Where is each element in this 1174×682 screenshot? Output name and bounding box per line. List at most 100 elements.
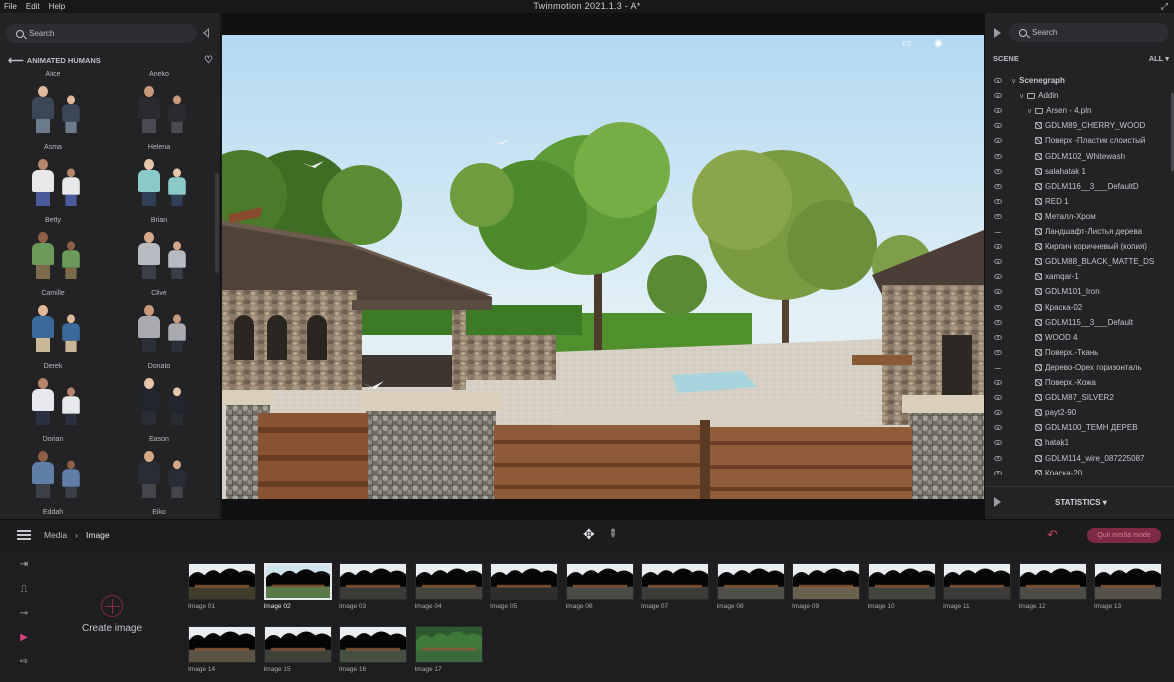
export-icon[interactable]: ⇨ xyxy=(14,656,34,670)
image-card[interactable]: Image 09 xyxy=(792,563,860,610)
scene-tree-material[interactable]: payt2-90 xyxy=(985,405,1167,420)
image-card[interactable]: Image 12 xyxy=(1018,563,1087,610)
visibility-eye-icon[interactable] xyxy=(994,334,1002,340)
path-icon[interactable]: ⎍ xyxy=(14,584,34,598)
scene-search-input[interactable]: Search xyxy=(1009,23,1169,42)
human-asset[interactable]: Eddah xyxy=(0,509,106,519)
human-asset[interactable]: Eason xyxy=(106,436,212,498)
hidden-eye-icon[interactable] xyxy=(994,366,1002,369)
scene-render[interactable] xyxy=(222,35,984,499)
scene-tree-material[interactable]: hatak1 xyxy=(985,435,1167,450)
hamburger-menu-icon[interactable] xyxy=(17,530,31,542)
scene-filter-dropdown[interactable]: ALL ▾ xyxy=(1149,54,1169,63)
scene-tree-material[interactable]: Кирпич коричневый (копия) xyxy=(985,239,1167,254)
statistics-section[interactable]: STATISTICS ▾ xyxy=(985,486,1174,519)
human-asset[interactable]: Eiko xyxy=(106,509,212,519)
library-search-input[interactable]: Search xyxy=(6,24,197,43)
image-card[interactable]: Image 08 xyxy=(716,563,785,610)
visibility-eye-icon[interactable] xyxy=(994,213,1002,219)
visibility-eye-icon[interactable] xyxy=(994,425,1002,431)
visibility-eye-icon[interactable] xyxy=(994,455,1002,461)
visibility-eye-icon[interactable] xyxy=(994,259,1002,265)
visibility-eye-icon[interactable] xyxy=(994,470,1002,475)
image-card[interactable]: Image 07 xyxy=(641,563,709,610)
visibility-eye-icon[interactable] xyxy=(994,138,1002,144)
visibility-eye-icon[interactable] xyxy=(994,93,1002,99)
human-asset[interactable]: Dorian xyxy=(0,436,106,498)
visibility-eye-icon[interactable] xyxy=(994,274,1002,280)
scene-tree-material[interactable]: GDLM114_wire_087225087 xyxy=(985,451,1167,466)
expand-statistics-icon[interactable] xyxy=(994,497,1001,507)
scene-tree-material[interactable]: GDLM100_ТЕМН ДЕРЕВ xyxy=(985,420,1167,435)
image-card[interactable]: Image 01 xyxy=(188,563,256,610)
scene-tree-material[interactable]: xamqar-1 xyxy=(985,269,1167,284)
image-card[interactable]: Image 11 xyxy=(943,563,1011,610)
scene-tree-material[interactable]: GDLM115__3___Default xyxy=(985,315,1167,330)
visibility-eye-icon[interactable]: ◉ xyxy=(934,38,943,49)
human-asset[interactable]: Aneko xyxy=(106,71,212,133)
scene-tree-material[interactable]: Металл-Хром xyxy=(985,209,1167,224)
human-asset[interactable]: Derek xyxy=(0,363,106,425)
visibility-eye-icon[interactable] xyxy=(994,168,1002,174)
human-asset[interactable]: Alice xyxy=(0,71,106,133)
visibility-eye-icon[interactable] xyxy=(994,395,1002,401)
scene-tree-folder[interactable]: ∨ Arsen - 4.pln xyxy=(985,103,1167,118)
scene-tree-material[interactable]: Поверх.-Ткань xyxy=(985,345,1167,360)
scene-tree-material[interactable]: Краска-20 xyxy=(985,466,1167,475)
chevron-down-icon[interactable]: ∨ xyxy=(1027,107,1032,115)
visibility-eye-icon[interactable] xyxy=(994,244,1002,250)
visibility-eye-icon[interactable] xyxy=(994,319,1002,325)
scene-tree-material[interactable]: GDLM89_CHERRY_WOOD xyxy=(985,118,1167,133)
scene-tree-material[interactable]: GDLM116__3___DefaultD xyxy=(985,179,1167,194)
eyedropper-icon[interactable]: ✎ xyxy=(605,526,621,541)
image-card[interactable]: Image 17 xyxy=(414,626,483,673)
move-tool-icon[interactable]: ✥ xyxy=(583,526,595,543)
quit-media-mode-button[interactable]: Quit media mode xyxy=(1087,528,1161,543)
import-icon[interactable]: ⇥ xyxy=(14,559,34,573)
favorite-heart-icon[interactable]: ♡ xyxy=(204,55,213,66)
visibility-eye-icon[interactable] xyxy=(994,380,1002,385)
slider-icon[interactable]: ⊸ xyxy=(14,608,34,622)
human-asset[interactable]: Helena xyxy=(106,144,212,206)
3d-viewport[interactable]: ▭ ◉ xyxy=(222,13,984,519)
image-card[interactable]: Image 15 xyxy=(263,626,332,673)
image-card[interactable]: Image 05 xyxy=(490,563,558,610)
image-card[interactable]: Image 16 xyxy=(339,626,407,673)
image-card[interactable]: Image 02 xyxy=(263,563,332,610)
image-card[interactable]: Image 06 xyxy=(565,563,634,610)
expand-panel-icon[interactable] xyxy=(994,28,1001,38)
scene-tree-folder[interactable]: ∨ Addin xyxy=(985,88,1167,103)
chevron-down-icon[interactable]: ∨ xyxy=(1011,77,1016,85)
image-card[interactable]: Image 14 xyxy=(188,626,256,673)
visibility-eye-icon[interactable] xyxy=(994,108,1002,114)
human-asset[interactable]: Camille xyxy=(0,290,106,352)
human-asset[interactable]: Clive xyxy=(106,290,212,352)
breadcrumb-media[interactable]: Media xyxy=(44,530,67,540)
hidden-eye-icon[interactable] xyxy=(994,230,1002,233)
statistics-toggle[interactable]: STATISTICS ▾ xyxy=(1055,498,1107,507)
human-asset[interactable]: Donato xyxy=(106,363,212,425)
visibility-eye-icon[interactable] xyxy=(994,183,1002,189)
scene-tree-material[interactable]: RED 1 xyxy=(985,194,1167,209)
scene-tree-material[interactable]: salahatak 1 xyxy=(985,164,1167,179)
scene-tree-material[interactable]: Краска-02 xyxy=(985,300,1167,315)
visibility-eye-icon[interactable] xyxy=(994,153,1002,159)
visibility-eye-icon[interactable] xyxy=(994,304,1002,310)
library-scrollbar[interactable] xyxy=(215,173,219,273)
scene-tree-material[interactable]: GDLM87_SILVER2 xyxy=(985,390,1167,405)
visibility-eye-icon[interactable] xyxy=(994,349,1002,355)
human-asset[interactable]: Asma xyxy=(0,144,106,206)
scene-tree-material[interactable]: GDLM102_Whitewash xyxy=(985,149,1167,164)
collapse-panel-icon[interactable] xyxy=(203,28,209,38)
fullscreen-icon[interactable]: ⤢ xyxy=(1161,1,1168,12)
scene-tree-material[interactable]: Дерево-Орех горизонталь xyxy=(985,360,1167,375)
image-card[interactable]: Image 10 xyxy=(867,563,936,610)
scene-tree-folder[interactable]: ∨ Scenegraph xyxy=(985,73,1167,88)
undo-icon[interactable]: ↶ xyxy=(1047,527,1058,543)
visibility-eye-icon[interactable] xyxy=(994,410,1002,416)
media-icon[interactable]: ▶ xyxy=(14,632,34,646)
visibility-eye-icon[interactable] xyxy=(994,123,1002,129)
panel-layout-icon[interactable]: ▭ xyxy=(902,38,911,49)
scene-tree-material[interactable]: GDLM88_BLACK_MATTE_DS xyxy=(985,254,1167,269)
visibility-eye-icon[interactable] xyxy=(994,289,1002,295)
